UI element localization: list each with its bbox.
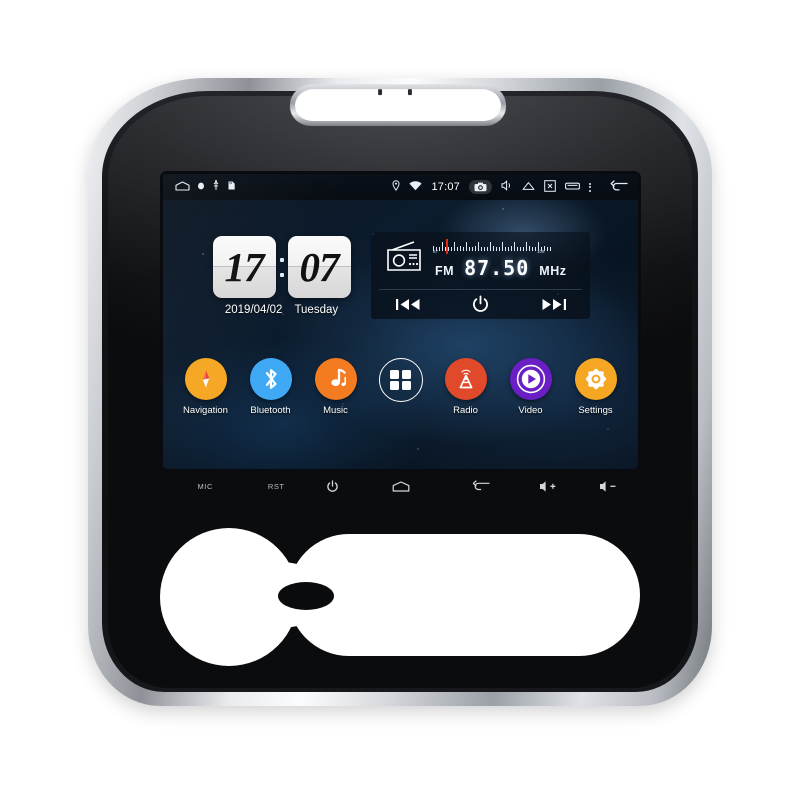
android-status-bar: 17:07 — [163, 174, 638, 200]
volume-mute-icon[interactable] — [501, 180, 513, 194]
cutout-notch — [278, 582, 334, 610]
power-key[interactable] — [305, 479, 361, 493]
app-music[interactable]: Music — [311, 358, 361, 416]
product-photo: 17:07 17 07 2019/04/02 Tuesday 87 108 FM… — [0, 0, 800, 800]
app-label: Music — [323, 405, 348, 416]
volume-down-icon — [599, 480, 616, 492]
scale-max-label: 108 — [537, 249, 545, 254]
home-outline-icon[interactable] — [175, 180, 190, 194]
radio-transport-controls — [371, 290, 590, 319]
radio-widget-top: 87 108 FM 87.50 MHz — [371, 232, 590, 280]
play-icon — [516, 364, 545, 394]
clock-hours: 17 — [224, 243, 265, 290]
app-settings[interactable]: Settings — [571, 358, 621, 416]
recents-icon[interactable] — [565, 181, 580, 194]
navigation-icon-bg — [184, 358, 227, 400]
clock-hours-card: 17 — [212, 236, 276, 298]
power-icon — [327, 479, 339, 492]
app-label: Radio — [453, 405, 478, 416]
tuning-needle — [446, 239, 448, 254]
apps-grid-squares — [390, 369, 411, 391]
wallpaper — [163, 174, 638, 469]
volume-up-key[interactable] — [519, 480, 579, 493]
music-note-icon — [330, 368, 346, 386]
volume-down-key[interactable] — [579, 480, 639, 493]
next-track-icon[interactable] — [539, 294, 569, 316]
music-icon-bg — [314, 358, 357, 400]
app-video[interactable]: Video — [506, 358, 556, 416]
clock-date: 2019/04/02 — [224, 304, 283, 316]
app-dock: Navigation Bluetooth Music Radio Video S… — [163, 358, 638, 416]
more-vertical-icon[interactable] — [589, 182, 591, 192]
app-all-apps[interactable] — [376, 358, 426, 416]
scale-ticks — [433, 240, 580, 251]
camera-icon[interactable] — [469, 180, 492, 194]
home-icon — [393, 480, 410, 492]
app-bluetooth[interactable]: Bluetooth — [246, 358, 296, 416]
frequency-readout: FM 87.50 MHz — [433, 256, 580, 280]
reset-label: RST — [267, 481, 285, 491]
lower-storage-cutout — [160, 520, 640, 672]
mic-label: MIC — [197, 481, 213, 491]
scale-min-label: 87 — [433, 249, 439, 254]
bluetooth-icon — [265, 369, 277, 389]
settings-icon-bg — [574, 358, 617, 400]
reset-key[interactable]: RST — [247, 482, 305, 491]
radio-widget[interactable]: 87 108 FM 87.50 MHz — [371, 232, 590, 319]
home-key[interactable] — [361, 480, 443, 492]
app-label: Navigation — [183, 405, 228, 416]
volume-up-icon — [540, 480, 556, 492]
back-key[interactable] — [442, 480, 519, 492]
clock-weekday: Tuesday — [294, 304, 339, 316]
top-vent-trim — [289, 84, 507, 127]
radio-icon-bg — [444, 358, 487, 400]
radio-tuning-area: 87 108 FM 87.50 MHz — [433, 239, 580, 280]
app-label: Video — [518, 405, 543, 416]
sdcard-icon — [227, 180, 236, 194]
radio-unit: MHz — [539, 264, 567, 278]
flip-clock: 17 07 — [204, 236, 359, 298]
compass-icon — [202, 370, 209, 388]
radio-tower-icon — [459, 369, 472, 389]
clock-minutes-card: 07 — [287, 236, 351, 298]
apps-grid-icon — [378, 358, 423, 402]
clock-subline: 2019/04/02 Tuesday — [204, 304, 359, 316]
touchscreen-display[interactable]: 17:07 17 07 2019/04/02 Tuesday 87 108 FM… — [163, 174, 638, 469]
dot-icon — [197, 181, 205, 194]
frequency-scale[interactable]: 87 108 — [433, 239, 580, 255]
back-icon — [472, 480, 490, 491]
screenshot-icon[interactable] — [544, 179, 556, 195]
back-arrow-icon[interactable] — [610, 179, 628, 195]
top-vent-opening — [294, 89, 502, 122]
status-left-group — [163, 180, 236, 194]
usb-icon — [212, 180, 220, 194]
vent-tab-right — [407, 89, 412, 96]
app-radio[interactable]: Radio — [441, 358, 491, 416]
location-pin-icon — [392, 180, 400, 194]
app-navigation[interactable]: Navigation — [181, 358, 231, 416]
clock-widget[interactable]: 17 07 2019/04/02 Tuesday — [204, 236, 359, 316]
mic-key[interactable]: MIC — [163, 482, 247, 491]
wifi-icon — [409, 180, 423, 194]
cutout-tray — [288, 534, 640, 656]
status-clock: 17:07 — [431, 181, 460, 193]
radio-icon — [380, 239, 424, 273]
bluetooth-icon-bg — [249, 358, 292, 400]
gear-icon — [585, 368, 606, 390]
clock-minutes: 07 — [299, 243, 340, 290]
power-icon[interactable] — [466, 294, 496, 316]
status-right-group: 17:07 — [392, 179, 638, 195]
app-label: Bluetooth — [250, 405, 291, 416]
radio-frequency: 87.50 — [464, 256, 530, 280]
eject-icon[interactable] — [522, 181, 535, 194]
vent-tab-left — [378, 89, 383, 96]
video-icon-bg — [509, 358, 552, 400]
app-label: Settings — [578, 405, 613, 416]
clock-colon — [279, 257, 285, 277]
hardware-key-row: MIC RST — [163, 474, 638, 498]
prev-track-icon[interactable] — [393, 294, 423, 316]
radio-band: FM — [435, 264, 455, 278]
